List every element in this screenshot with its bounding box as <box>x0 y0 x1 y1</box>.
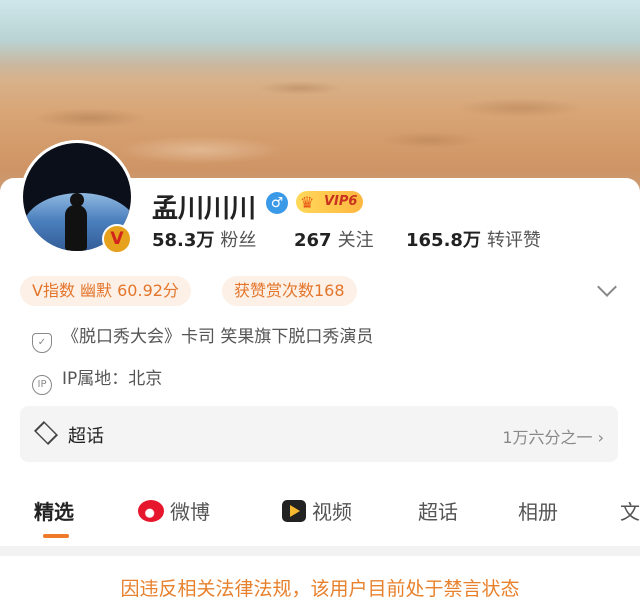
tab-featured[interactable]: 精选 <box>34 496 74 525</box>
stat-reposts-comments-likes[interactable]: 165.8万 转评赞 <box>406 226 541 252</box>
super-topic-entry[interactable]: 超话 1万六分之一 › <box>20 406 618 462</box>
ban-notice: 因违反相关法律法规，该用户目前处于禁言状态 <box>120 578 520 600</box>
tab-video[interactable]: 视频 <box>282 496 352 525</box>
reward-count-tag[interactable]: 获赞赏次数168 <box>222 276 357 306</box>
weibo-logo-icon <box>138 500 164 522</box>
super-topic-label: 超话 <box>68 426 104 447</box>
profile-tabs: 精选 微博 视频 超话 相册 文 <box>0 496 640 536</box>
gender-male-icon: ♂ <box>266 192 288 214</box>
tab-label: 微博 <box>170 500 210 524</box>
super-topic-rank: 1万六分之一 › <box>502 428 604 447</box>
description-text: 《脱口秀大会》卡司 笑果旗下脱口秀演员 <box>62 327 374 347</box>
video-icon <box>282 500 306 522</box>
avatar-figure <box>65 205 87 251</box>
stat-followers[interactable]: 58.3万 粉丝 <box>152 226 256 252</box>
tab-articles[interactable]: 文 <box>620 496 640 525</box>
stat-label: 关注 <box>337 230 374 251</box>
active-tab-indicator <box>43 534 69 538</box>
tab-album[interactable]: 相册 <box>518 496 558 525</box>
profile-description: ✓ 《脱口秀大会》卡司 笑果旗下脱口秀演员 <box>32 322 373 353</box>
verified-badge-icon: V <box>102 224 132 254</box>
stat-value: 267 <box>294 230 332 251</box>
vip-label: VIP6 <box>324 194 358 209</box>
ip-location-icon: IP <box>32 375 52 395</box>
stat-value: 165.8万 <box>406 230 481 251</box>
stat-label: 转评赞 <box>486 230 541 251</box>
ip-location: IP IP属地：北京 <box>32 364 162 395</box>
stat-label: 粉丝 <box>220 230 257 251</box>
stat-following[interactable]: 267 关注 <box>294 226 374 252</box>
tab-weibo[interactable]: 微博 <box>138 496 210 525</box>
tab-super-topic[interactable]: 超话 <box>418 496 458 525</box>
tab-label: 视频 <box>312 500 352 524</box>
ip-location-text: IP属地：北京 <box>62 369 163 389</box>
diamond-icon <box>33 420 59 446</box>
shield-icon: ✓ <box>32 333 52 353</box>
v-index-tag[interactable]: V指数 幽默 60.92分 <box>20 276 191 306</box>
stat-value: 58.3万 <box>152 230 215 251</box>
crown-icon: ♛ <box>300 193 315 212</box>
profile-name: 孟川川川 <box>152 194 257 224</box>
vip-badge[interactable]: ♛ VIP6 <box>296 191 364 213</box>
section-divider <box>0 546 640 556</box>
